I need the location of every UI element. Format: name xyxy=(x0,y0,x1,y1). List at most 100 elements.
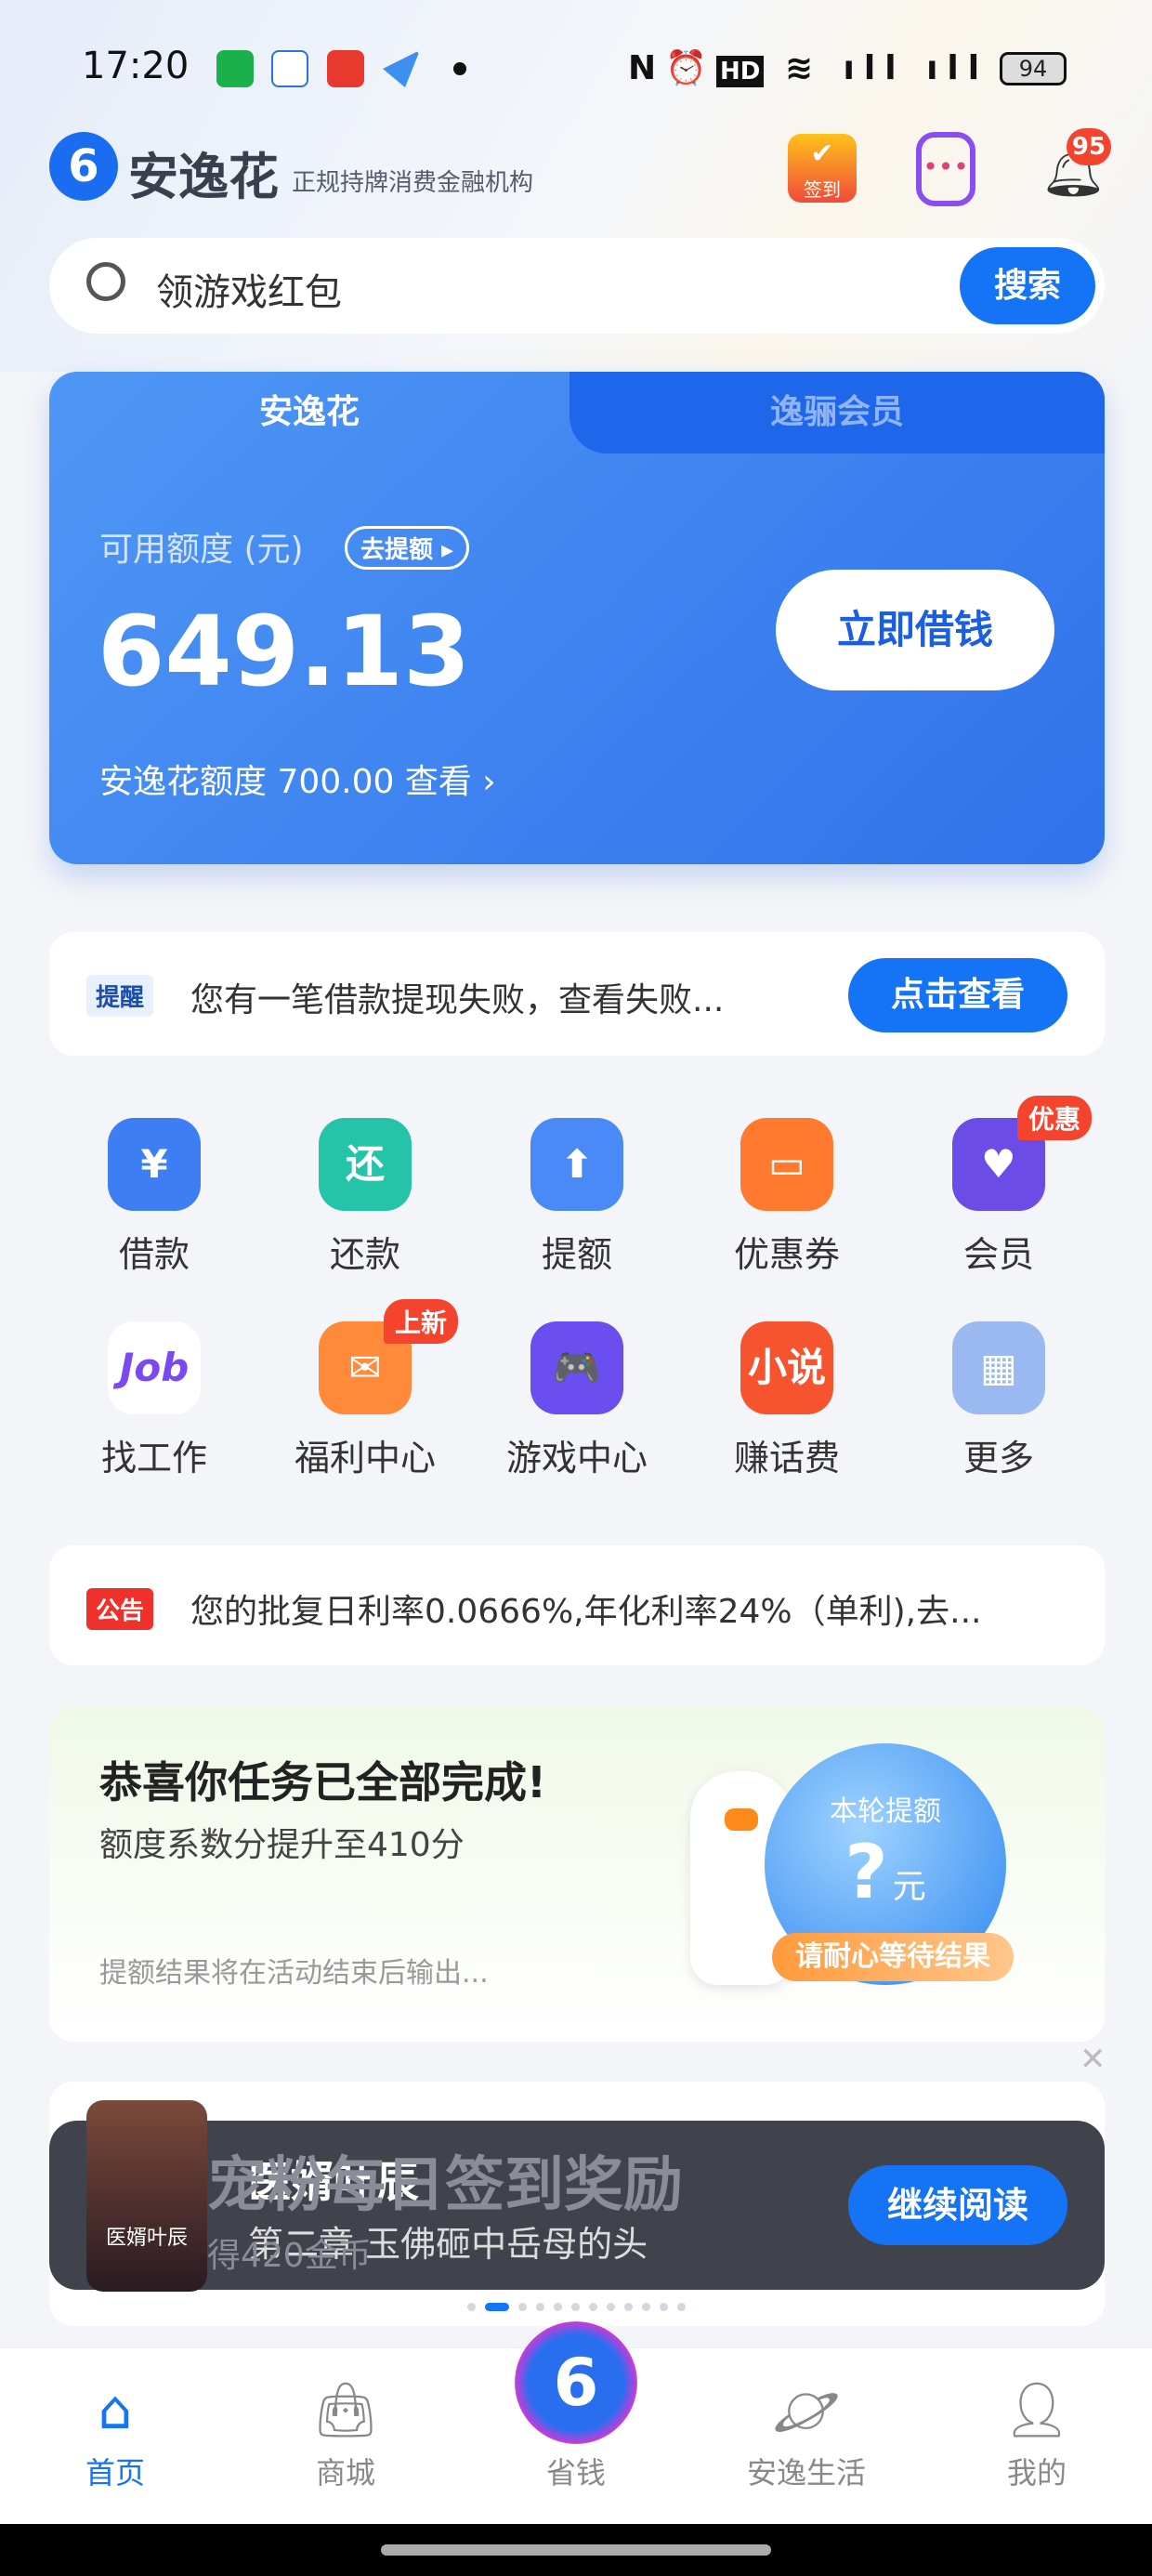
nav-label: 首页 xyxy=(85,2455,145,2491)
grid-item-coupon[interactable]: ▭ 优惠券 xyxy=(694,1118,880,1277)
limit-view-link[interactable]: 安逸花额度 700.00 查看 › xyxy=(99,755,496,803)
grid-item-badge: 优惠 xyxy=(1017,1096,1092,1140)
reminder-text: 您有一笔借款提现失败，查看失败... xyxy=(190,981,725,1019)
status-icons: N⏰ HD ≋ ıll ıll xyxy=(628,49,989,87)
raise-limit-link[interactable]: 去提额 ▸ xyxy=(345,526,470,570)
repay-icon: 还 xyxy=(319,1118,412,1211)
carousel-dot[interactable] xyxy=(553,2303,562,2311)
grid-item-gift[interactable]: ✉ 福利中心 上新 xyxy=(272,1299,458,1480)
grid-item-gamepad[interactable]: 🎮 游戏中心 xyxy=(484,1321,670,1480)
carousel-dot[interactable] xyxy=(606,2303,615,2311)
search-button[interactable]: 搜索 xyxy=(960,247,1095,324)
borrow-icon: ¥ xyxy=(108,1118,201,1211)
carousel-dots xyxy=(0,2303,1152,2311)
search-bar[interactable]: 领游戏红包 搜索 xyxy=(49,238,1105,334)
grid-item-label: 福利中心 xyxy=(294,1438,436,1479)
baidu-notification-icon xyxy=(271,50,308,87)
borrow-now-button[interactable]: 立即借钱 xyxy=(776,570,1054,690)
shopping-bag-icon: 👜︎ xyxy=(311,2378,380,2441)
search-icon xyxy=(86,262,125,301)
grid-item-label: 提额 xyxy=(541,1234,612,1275)
grid-item-novel[interactable]: 小说 赚话费 xyxy=(694,1321,880,1480)
bubble-unit: 元 xyxy=(892,1868,926,1906)
customer-service-icon[interactable]: ••• xyxy=(916,132,975,206)
planet-icon: 🪐︎ xyxy=(772,2378,841,2441)
grid-item-more-grid[interactable]: ▦ 更多 xyxy=(906,1321,1092,1480)
available-amount: 649.13 xyxy=(98,595,471,708)
task-card[interactable]: 恭喜你任务已全部完成! 额度系数分提升至410分 提额结果将在活动结束后输出..… xyxy=(49,1706,1105,2042)
grid-item-badge: 上新 xyxy=(384,1299,458,1344)
home-icon: ⌂ xyxy=(98,2378,133,2441)
nav-label: 安逸生活 xyxy=(746,2455,866,2491)
reminder-tag: 提醒 xyxy=(86,975,154,1017)
carousel-dot[interactable] xyxy=(641,2303,650,2311)
grid-item-label: 会员 xyxy=(962,1234,1034,1275)
checkin-button[interactable]: ✔ 签到 xyxy=(788,134,857,203)
nav-save-money-logo[interactable]: 6 省钱 xyxy=(461,2321,691,2492)
tab-member[interactable]: 逸骊会员 xyxy=(569,372,1105,453)
carousel-dot[interactable] xyxy=(623,2303,633,2311)
tab-anyihua[interactable]: 安逸花 xyxy=(49,372,569,453)
nav-label: 我的 xyxy=(1006,2455,1067,2491)
carousel-dot[interactable] xyxy=(676,2303,686,2311)
brand-slogan: 正规持牌消费金融机构 xyxy=(292,169,534,197)
search-input[interactable]: 领游戏红包 xyxy=(156,262,342,316)
carousel-dot[interactable] xyxy=(535,2303,544,2311)
available-label: 可用额度 (元) xyxy=(99,531,304,569)
nav-label: 商城 xyxy=(315,2455,375,2491)
grid-item-job[interactable]: Job 找工作 xyxy=(61,1321,247,1480)
carousel-dot[interactable] xyxy=(517,2303,527,2311)
carousel-dot[interactable] xyxy=(570,2303,580,2311)
app-notification-icon xyxy=(327,50,364,87)
reading-overlay[interactable]: 医婿叶辰 医婿叶辰 第二章 玉佛砸中岳母的头 继续阅读 xyxy=(49,2100,1105,2292)
nav-planet[interactable]: 🪐︎ 安逸生活 xyxy=(691,2379,922,2492)
task-title: 恭喜你任务已全部完成! xyxy=(99,1757,546,1807)
book-cover[interactable]: 医婿叶辰 xyxy=(86,2100,207,2292)
notice-bar[interactable]: 公告 您的批复日利率0.0666%,年化利率24%（单利),去... xyxy=(49,1545,1105,1665)
grid-item-raise-limit[interactable]: ⬆ 提额 xyxy=(484,1118,670,1277)
raise-limit-icon: ⬆ xyxy=(530,1118,623,1211)
grid-item-label: 更多 xyxy=(962,1438,1034,1479)
status-time: 17:20 xyxy=(82,45,190,87)
battery-icon: 94 xyxy=(1000,52,1067,85)
reminder-bar[interactable]: 提醒 您有一笔借款提现失败，查看失败... 点击查看 xyxy=(49,932,1105,1056)
job-icon: Job xyxy=(108,1321,201,1414)
battery-level: 94 xyxy=(1018,56,1048,82)
grid-item-member[interactable]: ♥ 会员 优惠 xyxy=(906,1096,1092,1277)
gamepad-icon: 🎮 xyxy=(530,1321,623,1414)
bubble-label: 本轮提额 xyxy=(830,1795,941,1828)
more-notifications-icon xyxy=(453,62,466,75)
bubble-value: ? xyxy=(844,1829,888,1915)
task-subtitle: 额度系数分提升至410分 xyxy=(99,1826,465,1864)
notice-tag: 公告 xyxy=(86,1588,154,1630)
app-notification-icon xyxy=(216,50,254,87)
checkmark-icon: ✔ xyxy=(810,138,834,170)
carousel-dot-active[interactable] xyxy=(484,2303,509,2311)
coupon-icon: ▭ xyxy=(740,1118,833,1211)
home-indicator[interactable] xyxy=(381,2544,771,2556)
continue-reading-button[interactable]: 继续阅读 xyxy=(848,2165,1067,2245)
nav-shopping-bag[interactable]: 👜︎ 商城 xyxy=(230,2379,461,2492)
carousel-dot[interactable] xyxy=(588,2303,597,2311)
nav-home[interactable]: ⌂ 首页 xyxy=(0,2379,230,2492)
credit-card: 安逸花 逸骊会员 可用额度 (元) 去提额 ▸ 649.13 安逸花额度 700… xyxy=(49,372,1105,864)
grid-item-label: 优惠券 xyxy=(733,1234,840,1275)
notice-text: 您的批复日利率0.0666%,年化利率24%（单利),去... xyxy=(190,1593,982,1631)
grid-item-repay[interactable]: 还还款 xyxy=(272,1118,458,1277)
view-reminder-button[interactable]: 点击查看 xyxy=(848,958,1067,1032)
brand-name: 安逸花 xyxy=(128,148,279,206)
grid-item-label: 还款 xyxy=(329,1234,400,1275)
wait-result-label: 请耐心等待结果 xyxy=(772,1933,1014,1981)
grid-item-borrow[interactable]: ¥ 借款 xyxy=(61,1118,247,1277)
grid-item-label: 找工作 xyxy=(100,1438,207,1479)
profile-icon: 👤︎ xyxy=(1002,2378,1071,2441)
close-ad-icon[interactable]: ✕ xyxy=(1080,2041,1106,2078)
more-grid-icon: ▦ xyxy=(952,1321,1045,1414)
nav-label: 省钱 xyxy=(545,2455,606,2491)
system-nav-bar xyxy=(0,2524,1152,2576)
carousel-dot[interactable] xyxy=(466,2303,476,2311)
nav-profile[interactable]: 👤︎ 我的 xyxy=(922,2379,1152,2492)
carousel-dot[interactable] xyxy=(659,2303,668,2311)
task-footer: 提额结果将在活动结束后输出... xyxy=(99,1957,489,1990)
grid-item-label: 赚话费 xyxy=(733,1438,840,1479)
